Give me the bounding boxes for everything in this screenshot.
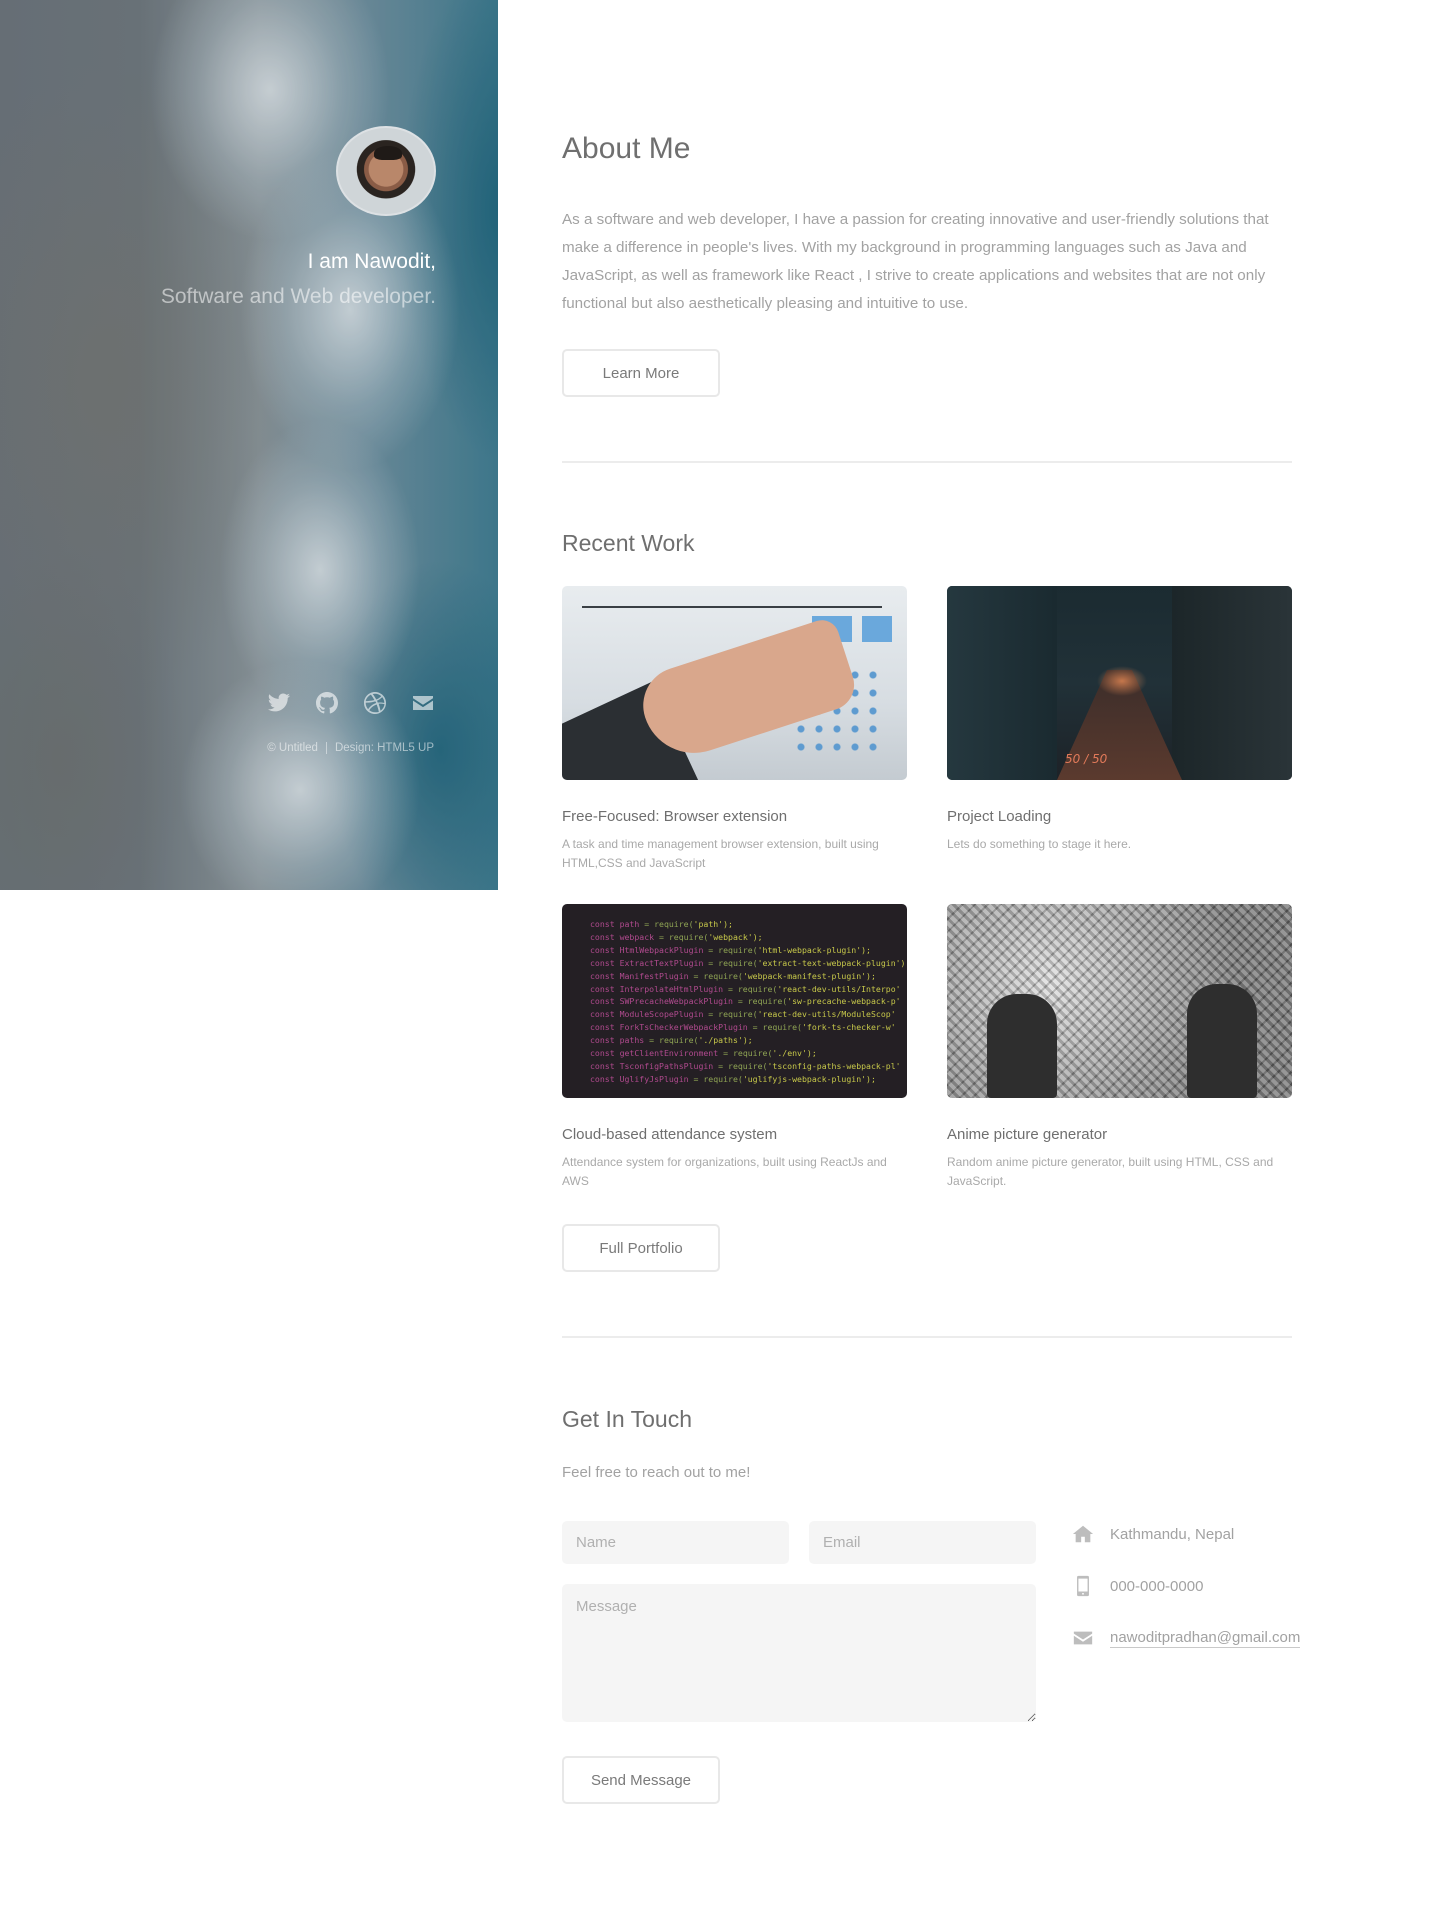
address-text: Kathmandu, Nepal — [1110, 1525, 1235, 1543]
work-description: Random anime picture generator, built us… — [947, 1155, 1274, 1188]
email-field[interactable] — [809, 1521, 1036, 1564]
work-title: Anime picture generator — [947, 1126, 1108, 1143]
work-title: Cloud-based attendance system — [562, 1126, 778, 1143]
code-line: const InterpolateHtmlPlugin = require('r… — [590, 983, 901, 994]
divider — [562, 1336, 1292, 1338]
contact-phone: 000-000-0000 — [1072, 1575, 1203, 1597]
github-icon[interactable] — [314, 690, 340, 716]
thumb-detail — [582, 606, 882, 608]
avatar — [336, 126, 436, 216]
greeting: I am Nawodit, — [307, 250, 436, 273]
footer-credits: © Untitled Design: HTML5 UP — [267, 742, 434, 754]
thumb-detail — [1172, 586, 1292, 780]
code-line: const SWPrecacheWebpackPlugin = require(… — [590, 996, 901, 1007]
code-line: const paths = require('./paths'); — [590, 1035, 753, 1046]
work-thumbnail[interactable] — [562, 586, 907, 780]
design-credit[interactable]: Design: HTML5 UP — [335, 742, 434, 754]
code-line: const webpack = require('webpack'); — [590, 931, 763, 942]
work-card[interactable]: 50 / 50 Project Loading Lets do somethin… — [947, 586, 1292, 854]
role-text: Software and Web developer. — [160, 285, 436, 309]
code-line: const ForkTsCheckerWebpackPlugin = requi… — [590, 1022, 896, 1033]
code-line: const TsconfigPathsPlugin = require('tsc… — [590, 1060, 901, 1071]
home-icon — [1072, 1525, 1094, 1543]
envelope-icon[interactable] — [410, 690, 436, 716]
work-title: Project Loading — [947, 808, 1052, 825]
work-thumbnail[interactable]: 50 / 50 — [947, 586, 1292, 780]
contact-title: Get In Touch — [562, 1406, 692, 1432]
divider — [562, 461, 1292, 463]
work-description: A task and time management browser exten… — [562, 837, 879, 870]
contact-subtitle: Feel free to reach out to me! — [562, 1464, 751, 1481]
code-line: const ManifestPlugin = require('webpack-… — [590, 970, 876, 981]
learn-more-button[interactable]: Learn More — [562, 349, 720, 397]
twitter-icon[interactable] — [266, 690, 292, 716]
thumb-detail — [1097, 666, 1147, 696]
work-card[interactable]: Free-Focused: Browser extension A task a… — [562, 586, 907, 873]
message-field[interactable] — [562, 1584, 1036, 1722]
code-line: const ExtractTextPlugin = require('extra… — [590, 957, 907, 968]
full-portfolio-button[interactable]: Full Portfolio — [562, 1224, 720, 1272]
phone-text: 000-000-0000 — [1110, 1577, 1204, 1595]
recent-work-title: Recent Work — [562, 530, 695, 556]
copyright-text: © Untitled — [267, 742, 318, 754]
sidebar: I am Nawodit, Software and Web developer… — [0, 0, 498, 890]
work-description: Attendance system for organizations, bui… — [562, 1155, 887, 1188]
code-line: const getClientEnvironment = require('./… — [590, 1048, 817, 1059]
mobile-phone-icon — [1077, 1575, 1089, 1597]
email-link[interactable]: nawoditpradhan@gmail.com — [1110, 1629, 1301, 1648]
profile: I am Nawodit, Software and Web developer… — [36, 126, 436, 309]
code-line: const HtmlWebpackPlugin = require('html-… — [590, 944, 871, 955]
name-field[interactable] — [562, 1521, 789, 1564]
thumb-detail — [987, 994, 1057, 1098]
about-text: As a software and web developer, I have … — [562, 211, 1269, 312]
work-card[interactable]: const path = require('path'); const webpa… — [562, 904, 907, 1191]
social-links — [266, 690, 436, 716]
footer-separator — [325, 742, 327, 754]
code-line: const UglifyJsPlugin = require('uglifyjs… — [590, 1073, 876, 1084]
about-title: About Me — [562, 132, 691, 165]
dribbble-icon[interactable] — [362, 690, 388, 716]
work-title: Free-Focused: Browser extension — [562, 808, 788, 825]
thumb-detail — [947, 586, 1057, 780]
work-description: Lets do something to stage it here. — [947, 837, 1132, 851]
road-marking: 50 / 50 — [1065, 752, 1108, 766]
code-line: const path = require('path'); — [590, 919, 733, 929]
envelope-icon — [1073, 1631, 1093, 1645]
work-thumbnail[interactable]: const path = require('path'); const webpa… — [562, 904, 907, 1098]
work-thumbnail[interactable] — [947, 904, 1292, 1098]
contact-address: Kathmandu, Nepal — [1072, 1523, 1234, 1545]
code-line: const ModuleScopePlugin = require('react… — [590, 1009, 896, 1020]
thumb-detail — [862, 616, 892, 642]
send-message-button[interactable]: Send Message — [562, 1756, 720, 1804]
thumb-detail — [1187, 984, 1257, 1098]
contact-email: nawoditpradhan@gmail.com — [1072, 1627, 1301, 1649]
work-card[interactable]: Anime picture generator Random anime pic… — [947, 904, 1292, 1191]
